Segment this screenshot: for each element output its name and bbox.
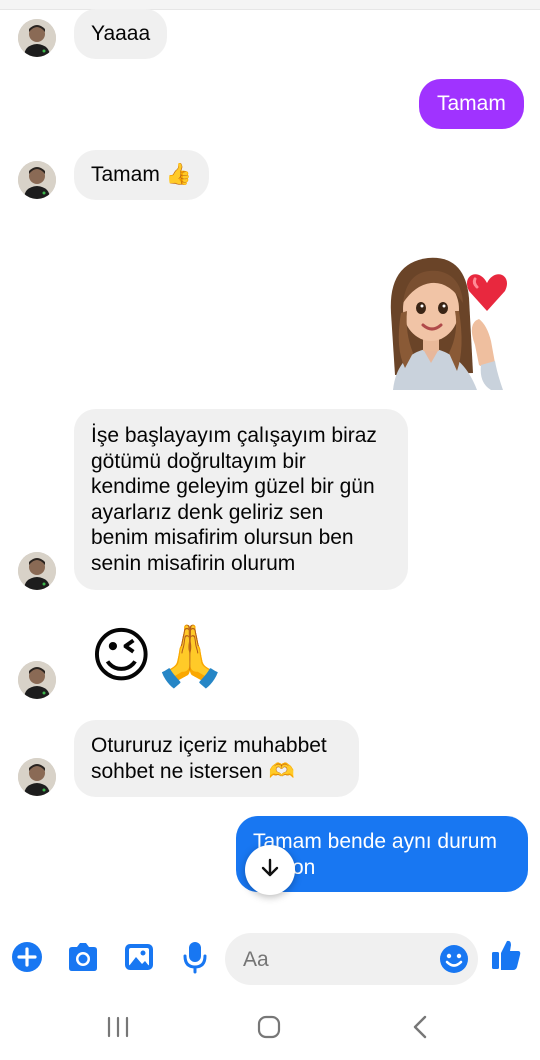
contact-avatar[interactable] xyxy=(18,661,56,699)
contact-avatar[interactable] xyxy=(18,758,56,796)
message-line: benim misafirim olursun ben xyxy=(91,526,354,549)
thumbs-up-icon[interactable] xyxy=(489,938,523,972)
outgoing-message[interactable]: Tamam xyxy=(419,79,524,129)
pray-emoji: 🙏 xyxy=(152,621,228,691)
arrow-down-icon xyxy=(259,857,281,884)
incoming-message[interactable]: Yaaaa xyxy=(74,9,168,59)
message-text: Tamam xyxy=(437,92,506,115)
incoming-message[interactable]: Otururuz içeriz muhabbet sohbet ne ister… xyxy=(74,720,359,797)
emoji-message[interactable]: 😉🙏 xyxy=(90,622,227,690)
system-navigation-bar xyxy=(0,995,540,1060)
home-icon[interactable] xyxy=(249,1007,289,1047)
contact-avatar[interactable] xyxy=(18,552,56,590)
message-line: sohbet ne istersen 🫶 xyxy=(91,760,295,783)
avatar-sticker[interactable] xyxy=(383,253,519,390)
top-divider xyxy=(0,0,540,10)
incoming-message[interactable]: Tamam 👍 xyxy=(74,150,209,200)
plus-icon[interactable] xyxy=(10,940,44,974)
contact-avatar[interactable] xyxy=(18,19,56,57)
scroll-to-bottom-button[interactable] xyxy=(245,845,295,895)
message-line: senin misafirin olurum xyxy=(91,551,296,575)
image-icon[interactable] xyxy=(122,940,156,974)
message-text: Tamam 👍 xyxy=(91,163,192,186)
wink-emoji: 😉 xyxy=(90,621,153,691)
camera-icon[interactable] xyxy=(66,940,100,974)
back-icon[interactable] xyxy=(400,1007,440,1047)
message-input-container[interactable] xyxy=(225,933,478,987)
message-line: kendime geleyim güzel bir gün xyxy=(91,475,375,498)
message-line: ayarlarız denk geliriz sen xyxy=(91,500,324,524)
message-text: Yaaaa xyxy=(91,22,151,45)
incoming-message[interactable]: İşe başlayayım çalışayım biraz götümü do… xyxy=(74,409,408,590)
message-line: götümü doğrultayım bir xyxy=(91,449,306,473)
microphone-icon[interactable] xyxy=(178,940,212,974)
message-line: Otururuz içeriz muhabbet xyxy=(91,734,327,757)
recent-apps-icon[interactable] xyxy=(98,1007,138,1047)
message-input[interactable] xyxy=(241,933,435,987)
message-line: İşe başlayayım çalışayım biraz xyxy=(91,424,377,447)
contact-avatar[interactable] xyxy=(18,161,56,199)
message-line: Tamam bende aynı durum xyxy=(253,830,497,853)
emoji-icon[interactable] xyxy=(437,942,471,976)
